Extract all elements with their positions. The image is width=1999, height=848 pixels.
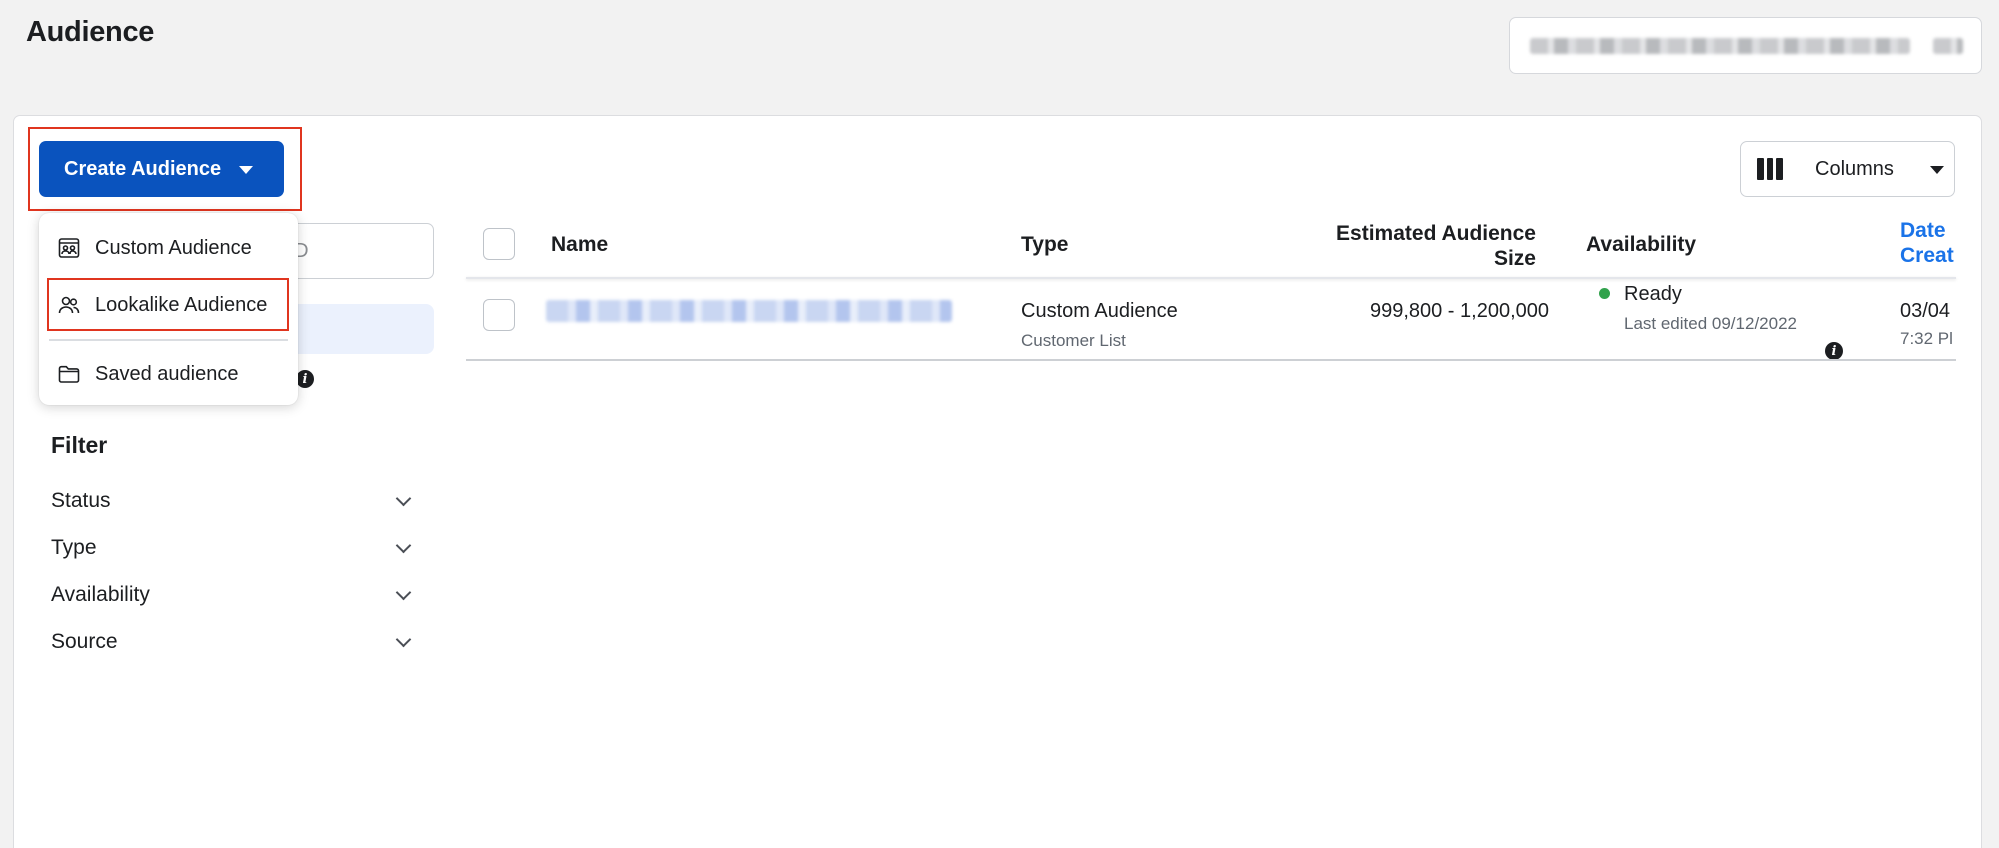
filter-source-label: Source [51,630,118,653]
filter-title: Filter [51,432,108,458]
column-header-name[interactable]: Name [551,233,608,257]
select-all-checkbox[interactable] [483,228,515,260]
column-header-date-line2: Creat [1900,244,1954,267]
status-ready-dot [1599,288,1610,299]
row-last-edited: Last edited 09/12/2022 [1624,314,1797,333]
table-row-divider [466,359,1956,361]
account-name-redacted [1530,38,1910,54]
lookalike-people-icon [58,296,80,314]
menu-item-label: Lookalike Audience [95,293,268,316]
menu-item-label: Saved audience [95,362,239,385]
info-icon[interactable]: i [296,370,314,388]
columns-button[interactable]: Columns [1740,141,1955,197]
menu-item-custom-audience[interactable]: Custom Audience [39,224,298,272]
column-header-type[interactable]: Type [1021,233,1068,257]
filter-status-label: Status [51,489,111,512]
filter-source[interactable]: Source [51,627,421,657]
chevron-down-icon [395,537,412,553]
custom-audience-icon [58,238,80,258]
create-audience-highlight [28,127,302,211]
row-type: Custom Audience [1021,300,1178,322]
column-header-size-line1: Estimated Audience [1336,222,1536,245]
info-icon[interactable]: i [1825,342,1843,360]
column-header-date-line1: Date [1900,219,1946,242]
account-id-redacted [1933,38,1963,54]
column-header-size[interactable]: Estimated Audience Size [1300,221,1536,271]
column-header-size-line2: Size [1493,247,1536,270]
filter-status[interactable]: Status [51,486,421,516]
caret-down-icon [1929,166,1944,174]
table-header-divider [466,277,1956,279]
filter-type[interactable]: Type [51,533,421,563]
row-checkbox[interactable] [483,299,515,331]
audience-name-redacted[interactable] [546,300,952,322]
chevron-down-icon [395,584,412,600]
column-header-date-created[interactable]: Date Creat [1900,218,1956,268]
menu-item-label: Custom Audience [95,236,252,259]
columns-icon [1757,158,1784,180]
row-time: 7:32 Pl [1900,329,1953,348]
chevron-down-icon [395,490,412,506]
menu-divider [49,339,288,341]
filter-availability[interactable]: Availability [51,580,421,610]
page-title: Audience [26,16,155,48]
row-subtype: Customer List [1021,331,1126,350]
row-size: 999,800 - 1,200,000 [1369,300,1549,322]
filter-availability-label: Availability [51,583,150,606]
row-date: 03/04 [1900,300,1951,322]
filter-type-label: Type [51,536,97,559]
row-availability: Ready [1624,283,1682,305]
create-audience-menu: Custom Audience Lookalike Audience Saved… [39,213,298,405]
menu-item-lookalike-audience[interactable]: Lookalike Audience [39,281,298,329]
menu-item-saved-audience[interactable]: Saved audience [39,350,298,398]
column-header-availability[interactable]: Availability [1586,233,1696,257]
chevron-down-icon [395,631,412,647]
columns-label: Columns [1815,157,1894,180]
account-selector[interactable] [1509,17,1982,74]
folder-icon [58,365,80,383]
row-date-created: 03/04 7:32 Pl [1900,300,1956,349]
